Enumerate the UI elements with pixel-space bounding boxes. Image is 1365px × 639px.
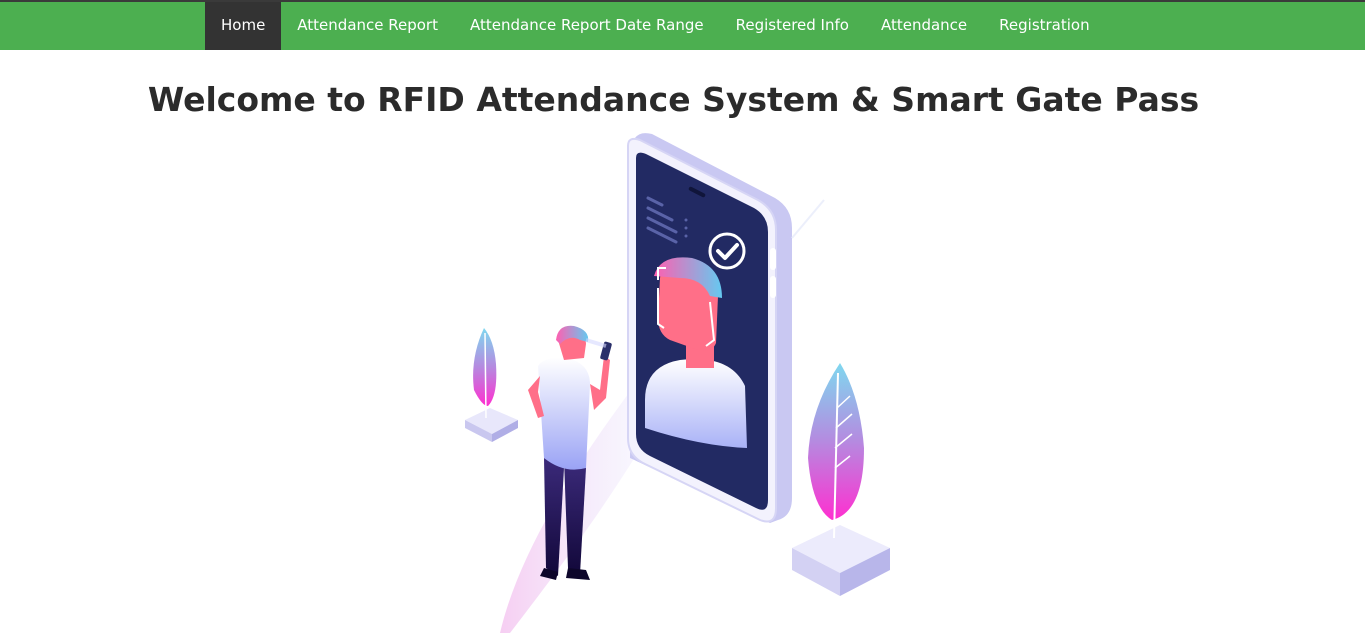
phone-button [770, 248, 776, 270]
nav-item-registered-info[interactable]: Registered Info [720, 2, 865, 50]
hero-illustration [440, 128, 930, 639]
right-plant [792, 363, 890, 596]
left-plant [465, 328, 518, 442]
nav-item-registration[interactable]: Registration [983, 2, 1105, 50]
nav-item-attendance-report-date-range[interactable]: Attendance Report Date Range [454, 2, 720, 50]
main-nav: Home Attendance Report Attendance Report… [205, 2, 1106, 50]
face-recognition-illustration-icon [465, 133, 890, 633]
nav-item-home[interactable]: Home [205, 2, 282, 50]
phone-button [770, 276, 776, 298]
top-navbar: Home Attendance Report Attendance Report… [0, 0, 1365, 50]
page-title: Welcome to RFID Attendance System & Smar… [147, 80, 1200, 119]
nav-item-attendance-report[interactable]: Attendance Report [281, 2, 454, 50]
nav-item-attendance[interactable]: Attendance [865, 2, 983, 50]
decor-line [791, 199, 825, 239]
